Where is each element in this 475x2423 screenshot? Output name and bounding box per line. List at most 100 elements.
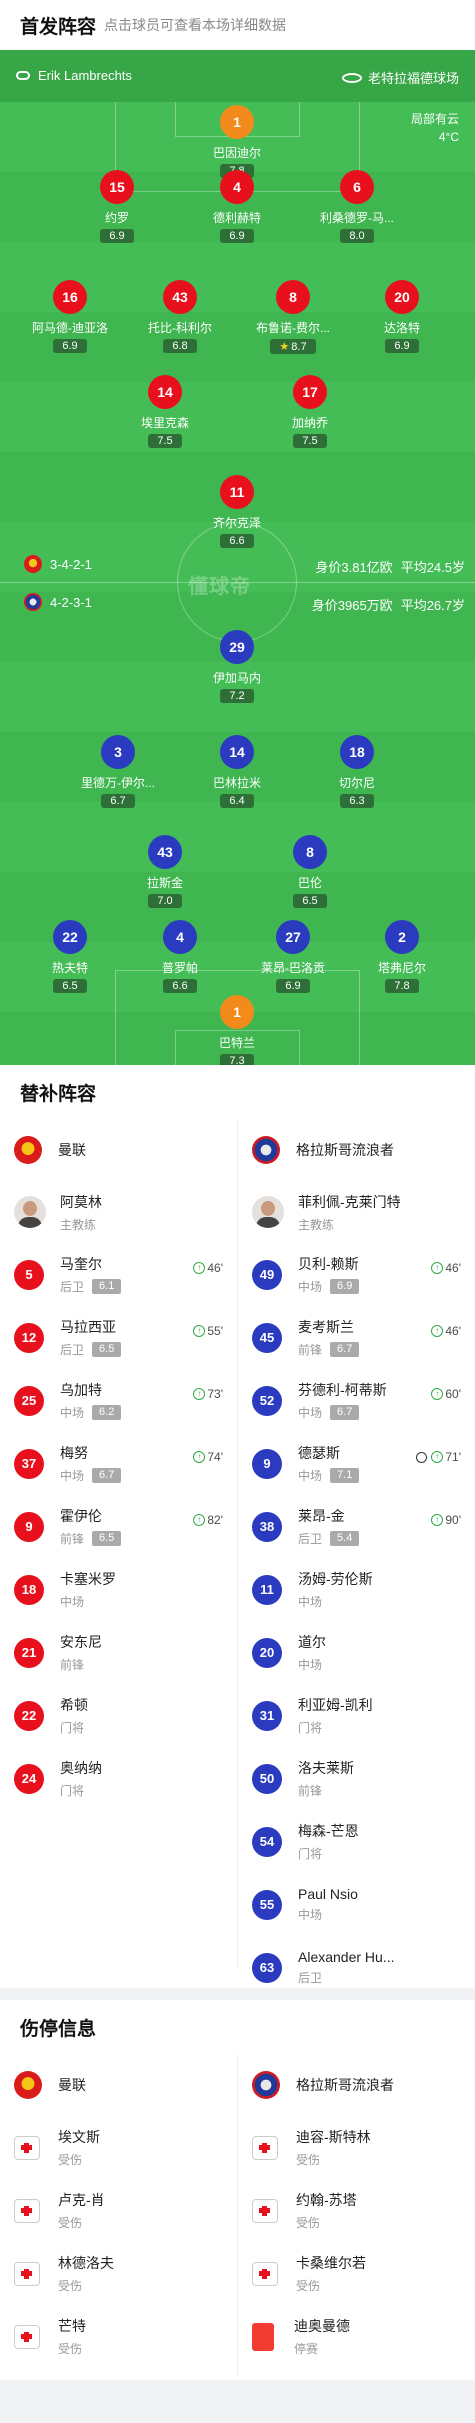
sub-player-row[interactable]: 21 安东尼 前锋	[0, 1621, 237, 1684]
sub-player-row[interactable]: 9 霍伊伦 前锋 6.5 ↑ 82'	[0, 1495, 237, 1558]
home-player[interactable]: 4 德利赫特 6.9	[182, 170, 292, 244]
rating-value: 6.6	[172, 980, 188, 992]
shirt-number: 29	[220, 630, 254, 664]
sub-player-name: 芬德利-柯蒂斯	[298, 1382, 387, 1398]
home-player[interactable]: 8 布鲁诺-费尔... ★ 8.7	[238, 280, 348, 355]
injuries-title: 伤停信息	[20, 2018, 97, 2040]
sub-player-row[interactable]: 52 芬德利-柯蒂斯 中场 6.7 ↑ 60'	[238, 1369, 475, 1432]
away-team-row[interactable]: 格拉斯哥流浪者	[238, 2054, 475, 2116]
sub-player-row[interactable]: 18 卡塞米罗 中场	[0, 1558, 237, 1621]
home-team-row[interactable]: 曼联	[0, 2054, 237, 2116]
sub-player-row[interactable]: 11 汤姆-劳伦斯 中场	[238, 1558, 475, 1621]
rating-value: 6.8	[172, 340, 188, 352]
shirt-number: 3	[101, 735, 135, 769]
shirt-number: 38	[252, 1511, 282, 1542]
rating-value: 7.5	[157, 435, 173, 447]
away-player[interactable]: 27 莱昂-巴洛贡 6.9	[238, 920, 348, 994]
injury-row[interactable]: 约翰-苏塔 受伤	[238, 2179, 475, 2242]
injury-row[interactable]: 卢克-肖 受伤	[0, 2179, 237, 2242]
sub-player-row[interactable]: 24 奥纳纳 门将	[0, 1747, 237, 1810]
player-rating: 7.8	[385, 979, 419, 993]
player-name: 普罗帕	[161, 961, 198, 975]
home-player[interactable]: 14 埃里克森 7.5	[110, 375, 220, 449]
injury-row[interactable]: 林德洛夫 受伤	[0, 2242, 237, 2305]
player-name: 德利赫特	[212, 211, 261, 225]
sub-player-meta: 前锋 6.5	[60, 1530, 122, 1547]
away-player[interactable]: 43 拉斯金 7.0	[110, 835, 220, 909]
sub-player-row[interactable]: 55 Paul Nsio 中场	[238, 1873, 475, 1936]
injury-status: 受伤	[296, 2279, 321, 2293]
player-rating: 7.5	[293, 434, 327, 448]
home-team-row[interactable]: 曼联	[0, 1119, 237, 1181]
sub-player-row[interactable]: 22 希顿 门将	[0, 1684, 237, 1747]
goal-icon	[416, 1451, 428, 1463]
away-player[interactable]: 4 普罗帕 6.6	[125, 920, 235, 994]
player-name: 齐尔克泽	[212, 516, 261, 530]
shirt-number: 52	[252, 1385, 282, 1416]
sub-player-meta: 门将	[298, 1719, 373, 1736]
shirt-number: 45	[252, 1322, 282, 1353]
player-name: 热夫特	[51, 961, 88, 975]
sub-player-position: 中场	[60, 1469, 85, 1483]
injury-status: 受伤	[58, 2153, 83, 2167]
sub-player-position: 中场	[298, 1406, 323, 1420]
sub-player-row[interactable]: 54 梅森-芒恩 门将	[238, 1810, 475, 1873]
sub-player-name: 德瑟斯	[298, 1445, 340, 1461]
away-player[interactable]: 22 热夫特 6.5	[15, 920, 125, 994]
away-team-row[interactable]: 格拉斯哥流浪者	[238, 1119, 475, 1181]
injury-row[interactable]: 埃文斯 受伤	[0, 2116, 237, 2179]
home-player[interactable]: 17 加纳乔 7.5	[255, 375, 365, 449]
sub-player-row[interactable]: 45 麦考斯兰 前锋 6.7 ↑ 46'	[238, 1306, 475, 1369]
away-player[interactable]: 29 伊加马内 7.2	[182, 630, 292, 704]
away-player[interactable]: 8 巴伦 6.5	[255, 835, 365, 909]
sub-player-row[interactable]: 9 德瑟斯 中场 7.1 ↑ 71'	[238, 1432, 475, 1495]
home-player[interactable]: 1巴因迪尔7.8	[182, 105, 292, 179]
sub-on-time: 82'	[207, 1513, 223, 1527]
away-player[interactable]: 14 巴林拉米 6.4	[182, 735, 292, 809]
shirt-number: 11	[252, 1574, 282, 1605]
watermark: 懂球帝	[188, 576, 251, 598]
sub-player-position: 门将	[298, 1721, 323, 1735]
sub-on-badge: ↑ 82'	[193, 1513, 223, 1527]
away-player[interactable]: 2 塔弗尼尔 7.8	[347, 920, 457, 994]
sub-player-meta: 中场 6.7	[298, 1404, 387, 1421]
sub-player-meta: 中场	[298, 1906, 358, 1923]
home-player[interactable]: 11 齐尔克泽 6.6	[182, 475, 292, 549]
sub-player-position: 后卫	[298, 1971, 323, 1985]
home-logo-icon	[24, 555, 42, 573]
away-player[interactable]: 3 里德万-伊尔... 6.7	[63, 735, 173, 809]
player-rating: 7.0	[148, 894, 182, 908]
sub-player-row[interactable]: 38 莱昂-金 后卫 5.4 ↑ 90'	[238, 1495, 475, 1558]
sub-player-name: 梅森-芒恩	[298, 1823, 359, 1839]
sub-player-row[interactable]: 49 贝利-赖斯 中场 6.9 ↑ 46'	[238, 1243, 475, 1306]
away-player[interactable]: 18 切尔尼 6.3	[302, 735, 412, 809]
medical-kit-icon	[14, 2135, 40, 2160]
injury-row[interactable]: 卡桑维尔若 受伤	[238, 2242, 475, 2305]
away-coach-row[interactable]: 菲利佩-克莱门特 主教练	[238, 1181, 475, 1243]
sub-player-row[interactable]: 50 洛夫莱斯 前锋	[238, 1747, 475, 1810]
weather: 局部有云 4°C	[410, 112, 459, 144]
player-name: 达洛特	[383, 321, 420, 335]
injury-row[interactable]: 芒特 受伤	[0, 2305, 237, 2368]
player-rating: 6.5	[53, 979, 87, 993]
home-player[interactable]: 43 托比-科利尔 6.8	[125, 280, 235, 354]
injury-status: 受伤	[58, 2216, 83, 2230]
home-coach-row[interactable]: 阿莫林 主教练	[0, 1181, 237, 1243]
sub-player-row[interactable]: 25 乌加特 中场 6.2 ↑ 73'	[0, 1369, 237, 1432]
rating-value: 8.7	[291, 341, 307, 353]
home-player[interactable]: 15 约罗 6.9	[62, 170, 172, 244]
home-player[interactable]: 16 阿马德-迪亚洛 6.9	[15, 280, 125, 354]
sub-player-row[interactable]: 20 道尔 中场	[238, 1621, 475, 1684]
home-player[interactable]: 20 达洛特 6.9	[347, 280, 457, 354]
injury-status: 受伤	[296, 2153, 321, 2167]
sub-player-row[interactable]: 5 马奎尔 后卫 6.1 ↑ 46'	[0, 1243, 237, 1306]
injury-row[interactable]: 迪容-斯特林 受伤	[238, 2116, 475, 2179]
player-name: 埃里克森	[140, 416, 189, 430]
away-player[interactable]: 1 巴特兰 7.3	[182, 995, 292, 1065]
sub-player-row[interactable]: 12 马拉西亚 后卫 6.5 ↑ 55'	[0, 1306, 237, 1369]
sub-player-row[interactable]: 37 梅努 中场 6.7 ↑ 74'	[0, 1432, 237, 1495]
injury-row[interactable]: 迪奥曼德 停赛	[238, 2305, 475, 2368]
sub-player-info: 道尔 中场	[298, 1632, 326, 1673]
home-player[interactable]: 6 利桑德罗-马... 8.0	[302, 170, 412, 244]
sub-player-row[interactable]: 31 利亚姆-凯利 门将	[238, 1684, 475, 1747]
